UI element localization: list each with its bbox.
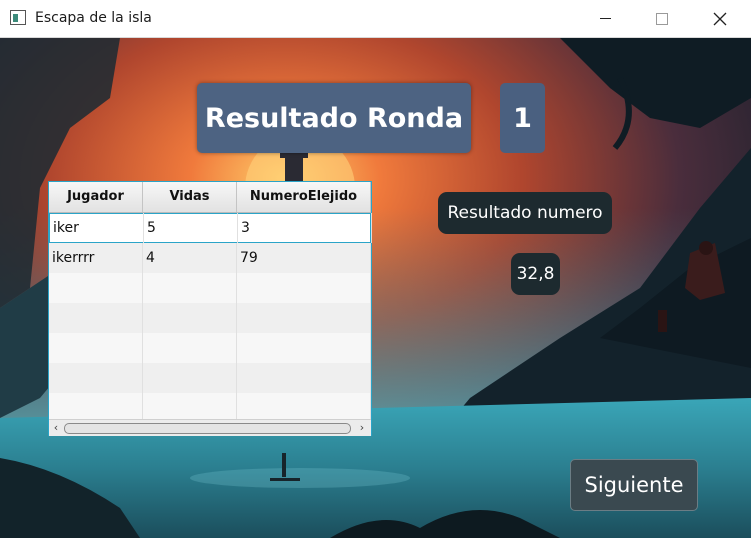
empty-row — [49, 363, 371, 393]
empty-row — [49, 333, 371, 363]
scroll-right-icon[interactable]: › — [355, 420, 369, 436]
round-result-title: Resultado Ronda — [197, 83, 471, 153]
table-header: Jugador Vidas NumeroElejido — [49, 182, 371, 213]
column-header-numero-elejido[interactable]: NumeroElejido — [237, 182, 371, 212]
minimize-icon — [599, 18, 611, 19]
table-row[interactable]: iker 5 3 — [49, 213, 372, 243]
scrollbar-thumb[interactable] — [64, 423, 351, 434]
close-icon — [713, 12, 727, 25]
title-bar: Escapa de la isla — [0, 0, 751, 38]
column-header-jugador[interactable]: Jugador — [49, 182, 143, 212]
cell-jugador: iker — [50, 213, 144, 243]
next-button[interactable]: Siguiente — [570, 459, 698, 511]
result-number-label: Resultado numero — [438, 192, 612, 234]
empty-row — [49, 303, 371, 333]
table-row[interactable]: ikerrrr 4 79 — [49, 243, 371, 273]
column-header-vidas[interactable]: Vidas — [143, 182, 237, 212]
maximize-button[interactable] — [639, 0, 685, 37]
cell-jugador: ikerrrr — [49, 243, 143, 273]
app-window-icon — [10, 10, 26, 25]
cell-numero: 3 — [238, 213, 372, 243]
empty-row — [49, 273, 371, 303]
maximize-icon — [656, 12, 668, 25]
cell-vidas: 4 — [143, 243, 237, 273]
window-title: Escapa de la isla — [35, 10, 152, 26]
players-table[interactable]: Jugador Vidas NumeroElejido iker 5 3 ike… — [48, 181, 372, 436]
round-number: 1 — [500, 83, 545, 153]
close-button[interactable] — [697, 0, 743, 37]
scroll-left-icon[interactable]: ‹ — [49, 420, 63, 436]
cell-numero: 79 — [237, 243, 371, 273]
minimize-button[interactable] — [582, 0, 628, 37]
empty-row — [49, 393, 371, 419]
horizontal-scrollbar[interactable]: ‹ › — [49, 419, 371, 436]
cell-vidas: 5 — [144, 213, 238, 243]
result-number-value: 32,8 — [511, 253, 560, 295]
